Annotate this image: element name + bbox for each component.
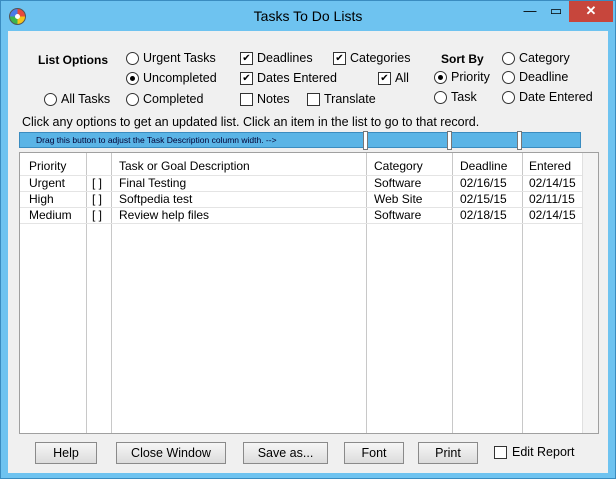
app-window: Tasks To Do Lists — ▭ ✕ List Options Urg… <box>0 0 616 479</box>
cell-deadline: 02/18/15 <box>460 208 507 222</box>
header-task[interactable]: Task or Goal Description <box>119 159 250 173</box>
checkbox-label: Dates Entered <box>257 71 337 85</box>
cell-entered: 02/14/15 <box>529 176 576 190</box>
table-row[interactable]: High [ ] Softpedia test Web Site 02/15/1… <box>20 191 584 207</box>
cell-entered: 02/11/15 <box>529 192 575 206</box>
font-button[interactable]: Font <box>344 442 404 464</box>
radio-sort-priority[interactable]: Priority <box>434 70 490 85</box>
cell-done: [ ] <box>92 192 103 206</box>
radio-indicator[interactable] <box>502 52 515 66</box>
cell-category: Software <box>374 176 422 190</box>
column-splitter-handle[interactable] <box>447 131 452 150</box>
radio-label: All Tasks <box>61 92 111 106</box>
checkbox-label: Edit Report <box>512 445 575 459</box>
column-splitter-handle[interactable] <box>363 131 368 150</box>
cell-task: Review help files <box>119 208 210 222</box>
close-window-button[interactable]: Close Window <box>116 442 226 464</box>
checkbox-indicator[interactable] <box>307 93 320 107</box>
checkbox-label: Translate <box>324 92 376 106</box>
cell-category: Web Site <box>374 192 423 206</box>
sort-by-label: Sort By <box>441 52 484 66</box>
radio-indicator[interactable] <box>434 91 447 105</box>
radio-indicator[interactable] <box>126 72 139 86</box>
cell-deadline: 02/15/15 <box>460 192 507 206</box>
print-button[interactable]: Print <box>418 442 478 464</box>
list-options-label: List Options <box>38 53 108 67</box>
checkbox-categories[interactable]: Categories <box>333 51 411 66</box>
edit-report-checkbox[interactable]: Edit Report <box>494 445 575 460</box>
minimize-button[interactable]: — <box>517 1 543 22</box>
checkbox-deadlines[interactable]: Deadlines <box>240 51 313 66</box>
checkbox-label: All <box>395 71 409 85</box>
column-splitter-handle[interactable] <box>517 131 522 150</box>
table-row[interactable]: Urgent [ ] Final Testing Software 02/16/… <box>20 175 584 191</box>
radio-label: Urgent Tasks <box>143 51 216 65</box>
cell-deadline: 02/16/15 <box>460 176 507 190</box>
checkbox-indicator[interactable] <box>240 93 253 107</box>
cell-done: [ ] <box>92 208 103 222</box>
radio-urgent-tasks[interactable]: Urgent Tasks <box>126 51 216 66</box>
header-priority[interactable]: Priority <box>29 159 66 173</box>
maximize-button[interactable]: ▭ <box>543 1 569 22</box>
radio-sort-task[interactable]: Task <box>434 90 477 105</box>
checkbox-indicator[interactable] <box>333 52 346 66</box>
header-deadline[interactable]: Deadline <box>460 159 507 173</box>
cell-priority: Urgent <box>29 176 66 190</box>
cell-category: Software <box>374 208 422 222</box>
radio-indicator[interactable] <box>502 91 515 105</box>
cell-priority: High <box>29 192 54 206</box>
checkbox-indicator[interactable] <box>378 72 391 86</box>
radio-indicator[interactable] <box>126 52 139 66</box>
radio-sort-date-entered[interactable]: Date Entered <box>502 90 593 105</box>
radio-sort-category[interactable]: Category <box>502 51 570 66</box>
radio-indicator[interactable] <box>44 93 57 107</box>
save-as-button[interactable]: Save as... <box>243 442 328 464</box>
checkbox-indicator[interactable] <box>240 52 253 66</box>
cell-task: Final Testing <box>119 176 187 190</box>
cell-task: Softpedia test <box>119 192 193 206</box>
checkbox-notes[interactable]: Notes <box>240 92 290 107</box>
checkbox-all[interactable]: All <box>378 71 409 86</box>
checkbox-label: Deadlines <box>257 51 313 65</box>
close-button[interactable]: ✕ <box>569 1 613 22</box>
radio-label: Category <box>519 51 570 65</box>
cell-entered: 02/14/15 <box>529 208 576 222</box>
radio-sort-deadline[interactable]: Deadline <box>502 70 569 85</box>
column-width-drag-button[interactable]: Drag this button to adjust the Task Desc… <box>19 132 581 148</box>
radio-label: Date Entered <box>519 90 593 104</box>
header-entered[interactable]: Entered <box>529 159 571 173</box>
vertical-scrollbar[interactable] <box>582 153 598 433</box>
header-category[interactable]: Category <box>374 159 423 173</box>
checkbox-label: Categories <box>350 51 411 65</box>
radio-indicator[interactable] <box>434 71 447 85</box>
radio-indicator[interactable] <box>126 93 139 107</box>
task-list[interactable]: Priority Task or Goal Description Catego… <box>19 152 599 434</box>
radio-indicator[interactable] <box>502 71 515 85</box>
checkbox-indicator[interactable] <box>240 72 253 86</box>
radio-label: Deadline <box>519 70 569 84</box>
help-button[interactable]: Help <box>35 442 97 464</box>
cell-priority: Medium <box>29 208 72 222</box>
radio-all-tasks[interactable]: All Tasks <box>44 92 111 107</box>
radio-completed[interactable]: Completed <box>126 92 204 107</box>
client-area: List Options Urgent Tasks Uncompleted Al… <box>8 31 608 473</box>
instructions-text: Click any options to get an updated list… <box>22 115 480 129</box>
radio-uncompleted[interactable]: Uncompleted <box>126 71 217 86</box>
radio-label: Task <box>451 90 477 104</box>
title-bar[interactable]: Tasks To Do Lists — ▭ ✕ <box>1 1 615 31</box>
radio-label: Uncompleted <box>143 71 217 85</box>
checkbox-dates-entered[interactable]: Dates Entered <box>240 71 337 86</box>
checkbox-translate[interactable]: Translate <box>307 92 376 107</box>
checkbox-indicator[interactable] <box>494 446 507 460</box>
row-separator <box>20 223 582 224</box>
table-row[interactable]: Medium [ ] Review help files Software 02… <box>20 207 584 223</box>
radio-label: Completed <box>143 92 204 106</box>
radio-label: Priority <box>451 70 490 84</box>
checkbox-label: Notes <box>257 92 290 106</box>
cell-done: [ ] <box>92 176 103 190</box>
